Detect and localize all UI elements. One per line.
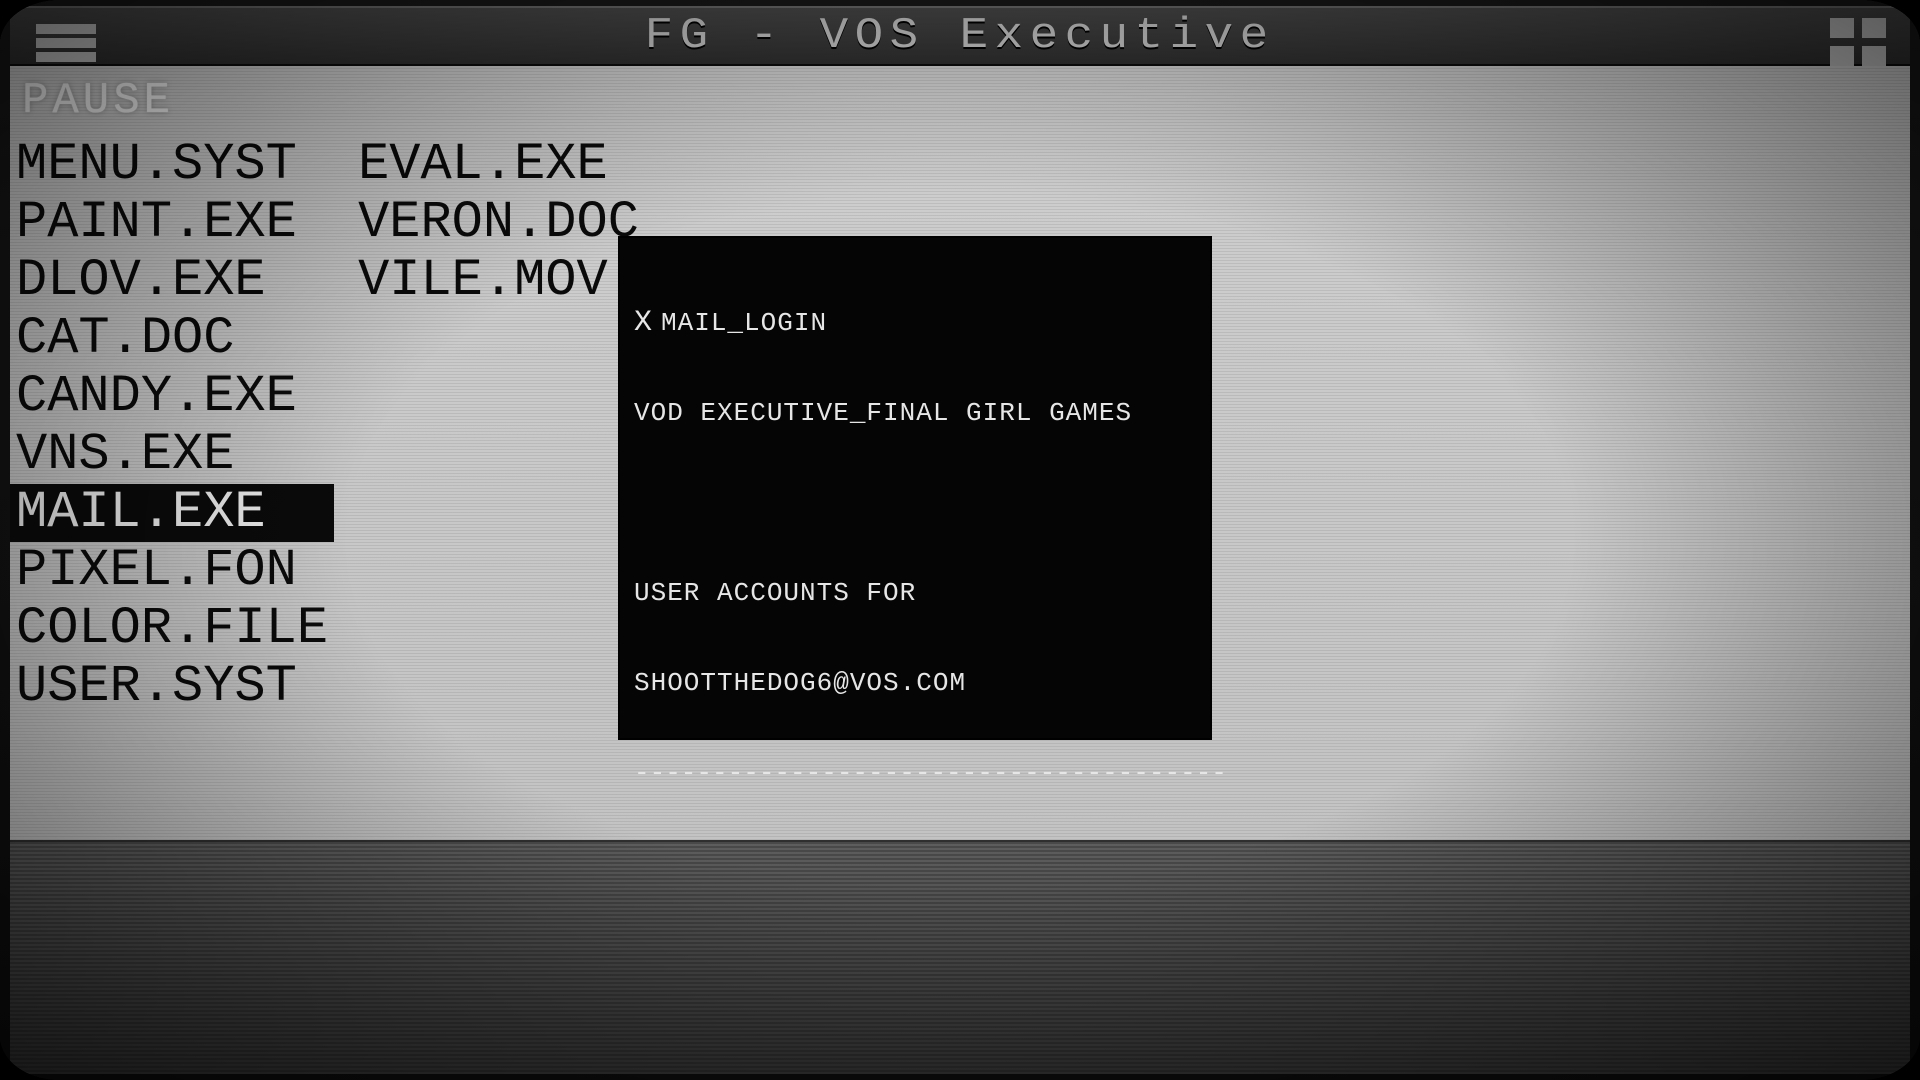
- crt-noise-area: [10, 840, 1910, 1074]
- file-item[interactable]: VNS.EXE: [10, 426, 334, 484]
- file-item[interactable]: USER.SYST: [10, 658, 334, 716]
- mail-account-email: SHOOTTHEDOG6@VOS.COM: [634, 668, 1196, 698]
- logo-icon: [1830, 18, 1886, 66]
- menu-icon[interactable]: [36, 20, 96, 64]
- file-item[interactable]: MAIL.EXE: [10, 484, 334, 542]
- file-item[interactable]: PIXEL.FON: [10, 542, 334, 600]
- divider: --------------------------------------: [634, 758, 1196, 788]
- file-item[interactable]: CANDY.EXE: [10, 368, 334, 426]
- pause-button[interactable]: PAUSE: [22, 76, 174, 126]
- file-list: MENU.SYSTPAINT.EXEDLOV.EXECAT.DOCCANDY.E…: [10, 136, 645, 716]
- mail-window-title: MAIL_LOGIN: [661, 308, 827, 338]
- file-item[interactable]: MENU.SYST: [10, 136, 334, 194]
- file-item[interactable]: VILE.MOV: [352, 252, 645, 310]
- mail-accounts-label: USER ACCOUNTS FOR: [634, 578, 1196, 608]
- file-item[interactable]: EVAL.EXE: [352, 136, 645, 194]
- mail-window-subtitle: VOD EXECUTIVE_FINAL GIRL GAMES: [634, 398, 1196, 428]
- file-item[interactable]: COLOR.FILE: [10, 600, 334, 658]
- file-item[interactable]: VERON.DOC: [352, 194, 645, 252]
- mail-login-window: X MAIL_LOGIN VOD EXECUTIVE_FINAL GIRL GA…: [620, 238, 1210, 738]
- file-item[interactable]: DLOV.EXE: [10, 252, 334, 310]
- app-title: FG - VOS Executive: [645, 11, 1275, 61]
- title-bar: FG - VOS Executive: [10, 6, 1910, 66]
- desktop-surface: PAUSE MENU.SYSTPAINT.EXEDLOV.EXECAT.DOCC…: [10, 66, 1910, 840]
- file-item[interactable]: CAT.DOC: [10, 310, 334, 368]
- close-icon[interactable]: X: [634, 310, 653, 336]
- file-item[interactable]: PAINT.EXE: [10, 194, 334, 252]
